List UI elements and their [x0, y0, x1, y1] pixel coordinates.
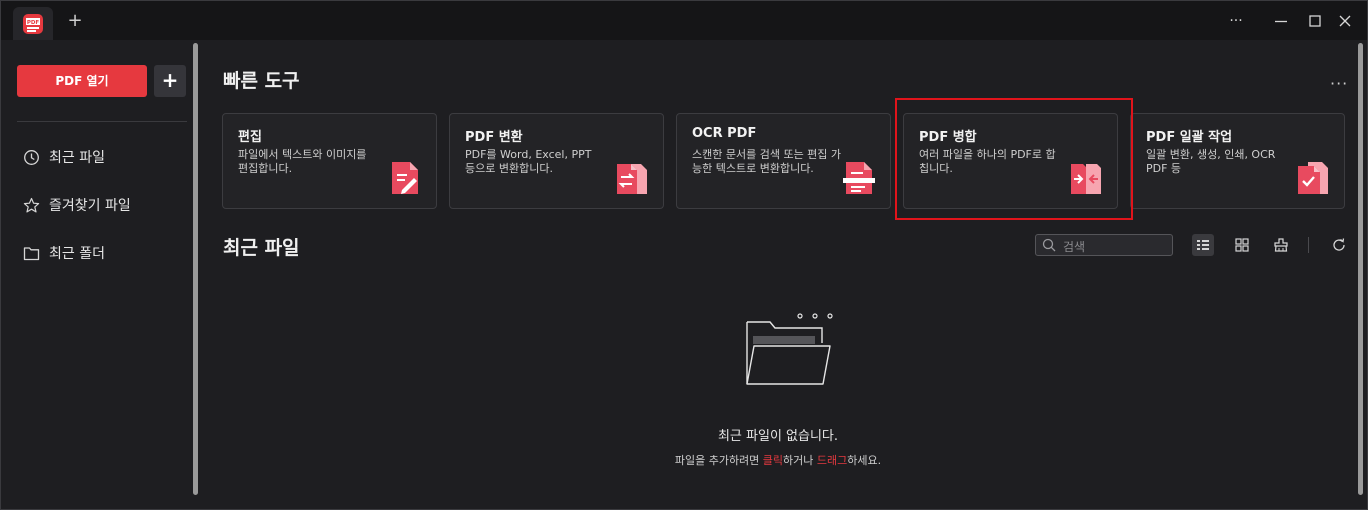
- tool-card-desc: 파일에서 텍스트와 이미지를 편집합니다.: [238, 148, 367, 175]
- click-link[interactable]: 클릭: [763, 454, 783, 467]
- tool-card-title: OCR PDF: [692, 126, 757, 141]
- maximize-icon: [1309, 15, 1321, 27]
- add-button[interactable]: +: [154, 65, 186, 97]
- quick-tools-more-button[interactable]: ···: [1330, 74, 1348, 93]
- maximize-button[interactable]: [1305, 11, 1325, 31]
- refresh-button[interactable]: [1328, 234, 1350, 256]
- clock-icon: [24, 149, 39, 165]
- tool-card-title: PDF 일괄 작업: [1146, 130, 1233, 145]
- minimize-icon: [1275, 20, 1287, 23]
- clear-list-button[interactable]: [1270, 234, 1292, 256]
- main-scrollbar[interactable]: [1358, 43, 1363, 495]
- sidebar-item-recent-folders[interactable]: 최근 폴더: [23, 242, 105, 264]
- tool-card-desc: 스캔한 문서를 검색 또는 편집 가능한 텍스트로 변환합니다.: [692, 148, 842, 175]
- new-tab-button[interactable]: +: [65, 11, 85, 31]
- title-bar: PDF + ···: [0, 0, 1368, 41]
- sidebar: PDF 열기 + 최근 파일 즐겨찾기 파일 최근 폴더: [1, 40, 201, 509]
- open-pdf-button[interactable]: PDF 열기: [17, 65, 147, 97]
- merge-highlight-box: [895, 98, 1133, 220]
- empty-folder-icon: [746, 313, 833, 385]
- tool-card-title: 편집: [238, 130, 262, 145]
- app-logo-icon: PDF: [23, 14, 43, 34]
- more-menu-button[interactable]: ···: [1226, 11, 1246, 31]
- app-logo-text: PDF: [27, 20, 40, 26]
- folder-icon: [23, 246, 40, 260]
- quick-tools-title: 빠른 도구: [223, 70, 300, 92]
- tool-card-ocr[interactable]: OCR PDF 스캔한 문서를 검색 또는 편집 가능한 텍스트로 변환합니다.: [676, 113, 891, 209]
- tool-card-title: PDF 변환: [465, 130, 523, 145]
- empty-sub-text: 하거나: [783, 454, 817, 467]
- tool-card-desc: 일괄 변환, 생성, 인쇄, OCR PDF 등: [1146, 148, 1276, 175]
- sidebar-item-label: 최근 파일: [49, 150, 105, 166]
- tool-card-edit[interactable]: 편집 파일에서 텍스트와 이미지를 편집합니다.: [222, 113, 437, 209]
- sidebar-item-favorites[interactable]: 즐겨찾기 파일: [23, 194, 131, 216]
- grid-view-icon: [1235, 238, 1249, 252]
- tool-card-batch[interactable]: PDF 일괄 작업 일괄 변환, 생성, 인쇄, OCR PDF 등: [1130, 113, 1345, 209]
- tool-card-desc: PDF를 Word, Excel, PPT 등으로 변환합니다.: [465, 148, 592, 175]
- list-view-button[interactable]: [1192, 234, 1214, 256]
- sidebar-item-label: 최근 폴더: [49, 246, 105, 262]
- search-box[interactable]: 검색: [1035, 234, 1173, 256]
- empty-state-title: 최근 파일이 없습니다.: [717, 429, 839, 444]
- tool-card-convert[interactable]: PDF 변환 PDF를 Word, Excel, PPT 등으로 변환합니다.: [449, 113, 664, 209]
- close-button[interactable]: [1335, 11, 1355, 31]
- sidebar-item-recent-files[interactable]: 최근 파일: [23, 146, 105, 168]
- edit-pdf-icon: [392, 162, 418, 194]
- search-input[interactable]: 검색: [1063, 238, 1085, 255]
- toolbar-divider: [1308, 237, 1309, 253]
- search-icon: [1042, 238, 1056, 252]
- grid-view-button[interactable]: [1231, 234, 1253, 256]
- empty-sub-text: 하세요.: [847, 454, 882, 467]
- empty-state-subtitle: 파일을 추가하려면 클릭하거나 드래그하세요.: [202, 452, 1354, 468]
- convert-pdf-icon: [617, 164, 647, 194]
- broom-icon: [1274, 238, 1288, 252]
- recent-files-title: 최근 파일: [223, 237, 300, 259]
- empty-sub-text: 파일을 추가하려면: [674, 454, 763, 467]
- refresh-icon: [1333, 238, 1345, 251]
- main-content: 빠른 도구 ··· 편집 파일에서 텍스트와 이미지를 편집합니다. PDF 변…: [202, 40, 1354, 509]
- star-icon: [23, 197, 40, 212]
- sidebar-divider: [17, 121, 187, 122]
- minimize-button[interactable]: [1271, 11, 1291, 31]
- ocr-pdf-icon: [843, 162, 875, 194]
- batch-pdf-icon: [1298, 162, 1328, 194]
- app-home-tab[interactable]: PDF: [13, 7, 53, 41]
- close-icon: [1339, 15, 1351, 27]
- sidebar-item-label: 즐겨찾기 파일: [49, 198, 131, 214]
- drag-link[interactable]: 드래그: [817, 454, 847, 467]
- list-view-icon: [1197, 240, 1209, 250]
- sidebar-scrollbar[interactable]: [193, 43, 198, 495]
